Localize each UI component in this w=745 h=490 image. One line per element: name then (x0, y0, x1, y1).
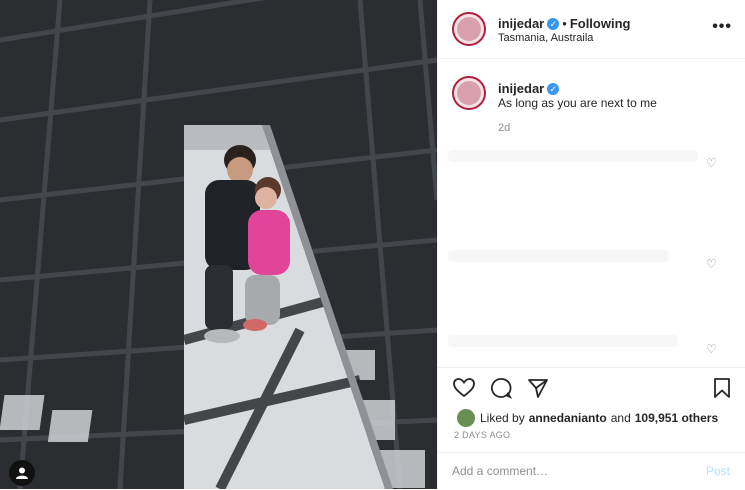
likes-count[interactable]: 109,951 others (635, 411, 718, 425)
author-avatar[interactable] (452, 12, 486, 46)
faded-comment (448, 150, 698, 162)
caption-avatar[interactable] (452, 76, 486, 110)
comment-heart-icon[interactable]: ♡ (706, 257, 717, 271)
caption-time[interactable]: 2d (498, 122, 510, 134)
likers-avatars[interactable] (456, 408, 476, 428)
heart-icon[interactable] (452, 376, 476, 400)
verified-badge-icon: ✓ (547, 17, 560, 30)
add-comment-bar: Add a comment… Post (438, 452, 745, 490)
photo-scene (0, 0, 437, 489)
faded-comment (448, 250, 668, 262)
post-header: inijedar ✓ • Following Tasmania, Austraila … (438, 0, 745, 59)
comment-heart-icon[interactable]: ♡ (706, 156, 717, 170)
post-side-panel: inijedar ✓ • Following Tasmania, Austraila … (437, 0, 745, 489)
post-photo[interactable] (0, 0, 437, 489)
author-line: inijedar ✓ • Following (498, 15, 630, 33)
more-options-icon[interactable]: ••• (712, 18, 732, 36)
comment-icon[interactable] (489, 376, 513, 400)
caption-username[interactable]: inijedar (498, 81, 544, 96)
following-button[interactable]: Following (570, 16, 631, 31)
liked-by-prefix: Liked by (480, 411, 525, 425)
likes-line: Liked by annedanianto and 109,951 others (456, 408, 718, 428)
author-username[interactable]: inijedar (498, 16, 544, 31)
post-comment-button[interactable]: Post (706, 464, 730, 478)
follow-separator: • (562, 16, 567, 31)
liked-by-user[interactable]: annedanianto (529, 411, 607, 425)
faded-comment (448, 335, 678, 347)
liker-avatar (456, 408, 476, 428)
share-icon[interactable] (526, 376, 550, 400)
verified-badge-icon: ✓ (547, 82, 560, 95)
liked-by-and: and (610, 411, 631, 425)
tagged-user-icon[interactable] (9, 460, 35, 486)
post-location[interactable]: Tasmania, Austraila (498, 32, 593, 44)
post-date[interactable]: 2 DAYS AGO (454, 430, 510, 440)
bookmark-icon[interactable] (710, 376, 734, 400)
comment-heart-icon[interactable]: ♡ (706, 342, 717, 356)
comment-input[interactable]: Add a comment… (452, 464, 548, 478)
caption-text: As long as you are next to me (498, 96, 657, 110)
